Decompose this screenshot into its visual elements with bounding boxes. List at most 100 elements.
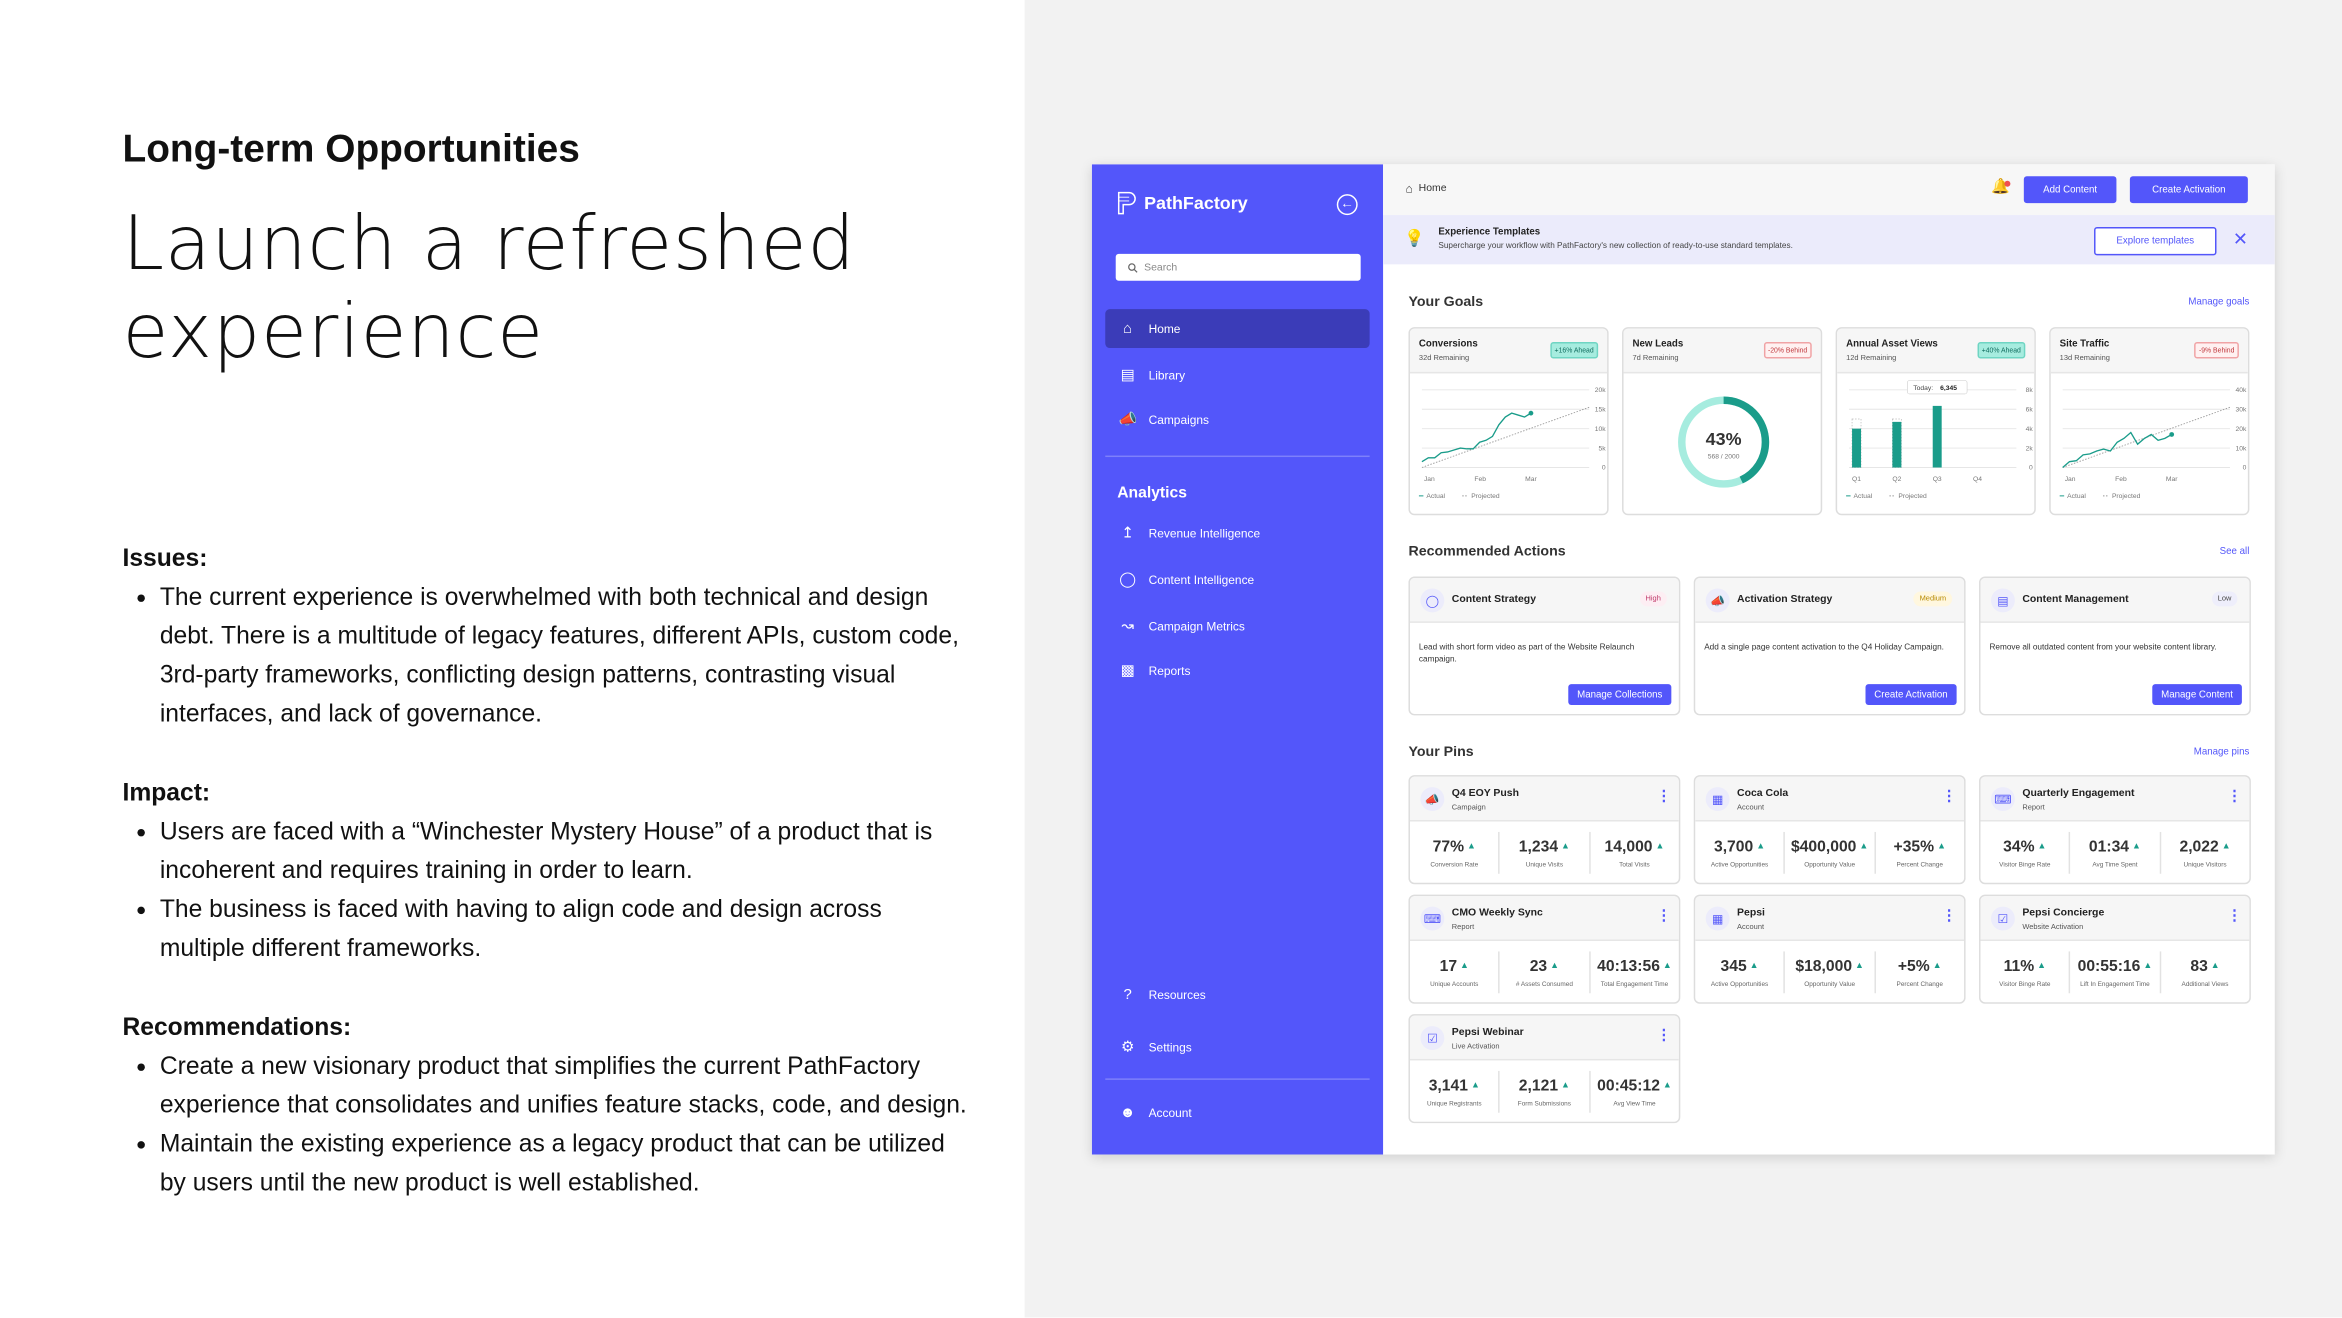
goal-card[interactable]: Conversions 32d Remaining +16% Ahead 0 5k 10k…: [1408, 327, 1609, 516]
x-tick-label: Q4: [1973, 476, 1982, 483]
more-options-icon[interactable]: ⋮: [2227, 789, 2242, 805]
action-button[interactable]: Create Activation: [1865, 684, 1957, 705]
stat: 17 ▲ Unique Accounts: [1410, 951, 1499, 993]
sidebar-item-label: Library: [1148, 368, 1186, 382]
stat-label: Percent Change: [1896, 859, 1943, 868]
sidebar-item-campaign-metrics[interactable]: ↝ Campaign Metrics: [1105, 606, 1369, 645]
stat: 14,000 ▲ Total Visits: [1588, 831, 1679, 874]
sidebar-item-campaigns[interactable]: 📣 Campaigns: [1105, 400, 1369, 439]
section-heading: Issues:: [122, 545, 208, 573]
legend-actual-label: Actual: [2067, 493, 2086, 500]
help-icon: ?: [1123, 986, 1132, 1003]
user-icon: ☻: [1119, 1104, 1136, 1121]
explore-templates-button[interactable]: Explore templates: [2094, 227, 2217, 256]
y-tick-label: 15k: [1595, 406, 1606, 413]
pin-title: Pepsi: [1737, 908, 1765, 919]
gear-icon: ⚙: [1120, 1038, 1135, 1056]
pin-card[interactable]: 📣 Q4 EOY Push Campaign ⋮ 77% ▲ Conversion Rate…: [1408, 775, 1681, 885]
recommended-action-card: ◯ Content Strategy High Lead with short for…: [1408, 576, 1681, 716]
stat: 34% ▲ Visitor Binge Rate: [1981, 831, 2070, 873]
sidebar-item-settings[interactable]: ⚙ Settings: [1105, 1028, 1369, 1067]
breadcrumb: ⌂ Home: [1405, 182, 1446, 195]
more-options-icon[interactable]: ⋮: [1656, 1028, 1671, 1044]
sidebar-item-content-intelligence[interactable]: ◯ Content Intelligence: [1105, 560, 1369, 599]
section-heading: Impact:: [122, 779, 211, 807]
sidebar-divider: [1105, 1078, 1370, 1080]
y-tick-label: 4k: [2026, 426, 2034, 433]
bar-chart-icon: ▩: [1120, 662, 1135, 679]
sidebar-item-label: Content Intelligence: [1148, 572, 1255, 587]
stat: 11% ▲ Visitor Binge Rate: [1981, 951, 2070, 993]
sidebar-item-home[interactable]: ⌂ Home: [1105, 309, 1370, 349]
ring-icon: ◯: [1420, 588, 1445, 613]
more-options-icon[interactable]: ⋮: [1656, 789, 1671, 805]
trend-up-icon: ▲: [1662, 1080, 1672, 1090]
pin-title: Pepsi Concierge: [2022, 908, 2105, 919]
brand-name: PathFactory: [1144, 192, 1248, 214]
goal-card[interactable]: Annual Asset Views 12d Remaining +40% Ahea…: [1835, 327, 2036, 516]
goal-card[interactable]: New Leads 7d Remaining -20% Behind 43% 568 /…: [1622, 327, 1823, 516]
banner-title: Experience Templates: [1438, 227, 1541, 238]
stat: +5% ▲ Percent Change: [1873, 950, 1964, 993]
y-tick-label: 8k: [2026, 387, 2034, 394]
stat-label: Active Opportunities: [1710, 979, 1769, 987]
more-options-icon[interactable]: ⋮: [1942, 789, 1957, 805]
close-banner-icon[interactable]: ✕: [2233, 229, 2248, 250]
breadcrumb-home[interactable]: Home: [1419, 184, 1447, 194]
stat-label: Avg Time Spent: [2092, 859, 2138, 868]
legend-projected-label: Projected: [1898, 493, 1927, 500]
stat: 23 ▲ # Assets Consumed: [1498, 950, 1589, 993]
pin-type: Website Activation: [2022, 923, 2084, 933]
goal-card[interactable]: Site Traffic 13d Remaining -9% Behind 0 10k 2…: [2049, 327, 2250, 516]
goal-remaining: 12d Remaining: [1846, 353, 1897, 363]
stat: +35% ▲ Percent Change: [1873, 831, 1964, 874]
sidebar-item-reports[interactable]: ▩ Reports: [1105, 651, 1369, 690]
more-options-icon[interactable]: ⋮: [2227, 909, 2242, 925]
sidebar-item-library[interactable]: ▤ Library: [1105, 355, 1369, 394]
trend-up-icon: ▲: [1550, 961, 1560, 971]
stat-label: Active Opportunities: [1710, 859, 1769, 868]
pathfactory-dashboard: PathFactory ← ⌂ Home ▤ Library 📣 Campaigns An…: [1091, 164, 2275, 1155]
create-activation-button[interactable]: Create Activation: [2129, 176, 2248, 204]
collapse-sidebar-button[interactable]: ←: [1336, 194, 1358, 216]
priority-badge: Medium: [1913, 591, 1953, 607]
action-button[interactable]: Manage Content: [2152, 684, 2242, 705]
add-content-button[interactable]: Add Content: [2023, 176, 2117, 204]
sidebar-item-label: Account: [1148, 1106, 1192, 1120]
trend-up-icon: ▲: [2037, 841, 2047, 851]
goal-card-header: Conversions 32d Remaining +16% Ahead: [1409, 328, 1608, 374]
y-tick-label: 6k: [2026, 406, 2034, 413]
x-tick-label: Q2: [1892, 476, 1901, 483]
stat: 01:34 ▲ Avg Time Spent: [2069, 831, 2159, 874]
sidebar-item-account[interactable]: ☻ Account: [1105, 1093, 1369, 1132]
stat-label: Opportunity Value: [1804, 979, 1856, 987]
manage-goals-link[interactable]: Manage goals: [2188, 297, 2249, 307]
notification-bell-icon[interactable]: 🔔: [1991, 179, 2012, 196]
pin-type: Account: [1737, 803, 1765, 813]
trend-up-icon: ▲: [1937, 841, 1946, 851]
stat-value-row: 00:55:16 ▲: [2071, 957, 2160, 975]
pin-card[interactable]: ☑ Pepsi Webinar Live Activation ⋮ 3,141 ▲ Uniq…: [1408, 1014, 1681, 1124]
stat-value-row: +5% ▲: [1875, 957, 1964, 975]
stat-value-row: 11% ▲: [1981, 957, 2070, 975]
more-options-icon[interactable]: ⋮: [1656, 909, 1671, 925]
legend-actual-label: Actual: [1426, 493, 1445, 500]
stat-value: 2,022: [2179, 837, 2219, 856]
sidebar-item-resources[interactable]: ? Resources: [1105, 975, 1369, 1014]
manage-pins-link[interactable]: Manage pins: [2194, 747, 2250, 757]
bullet-item: The business is faced with having to ali…: [137, 890, 971, 968]
pin-card[interactable]: ⌨ Quarterly Engagement Report ⋮ 34% ▲ Visitor …: [1979, 775, 2251, 885]
search-box[interactable]: [1115, 253, 1361, 281]
sidebar-item-revenue-intelligence[interactable]: ↥ Revenue Intelligence: [1105, 514, 1369, 553]
trend-up-icon: ▲: [2210, 961, 2220, 971]
search-input[interactable]: [1144, 262, 1339, 273]
pin-card[interactable]: ☑ Pepsi Concierge Website Activation ⋮ 11% ▲ V…: [1979, 894, 2251, 1004]
pin-card[interactable]: ▦ Pepsi Account ⋮ 345 ▲ Active Opportunities $1…: [1693, 894, 1966, 1004]
more-options-icon[interactable]: ⋮: [1942, 909, 1957, 925]
pin-stats: 34% ▲ Visitor Binge Rate 01:34 ▲ Avg Time Spe…: [1981, 821, 2250, 882]
pin-card[interactable]: ⌨ CMO Weekly Sync Report ⋮ 17 ▲ Unique Account…: [1408, 894, 1681, 1004]
stat-value: 01:34: [2088, 837, 2130, 856]
pin-card[interactable]: ▦ Coca Cola Account ⋮ 3,700 ▲ Active Opportuni…: [1693, 775, 1966, 885]
see-all-link[interactable]: See all: [2220, 547, 2250, 557]
action-button[interactable]: Manage Collections: [1568, 684, 1672, 705]
